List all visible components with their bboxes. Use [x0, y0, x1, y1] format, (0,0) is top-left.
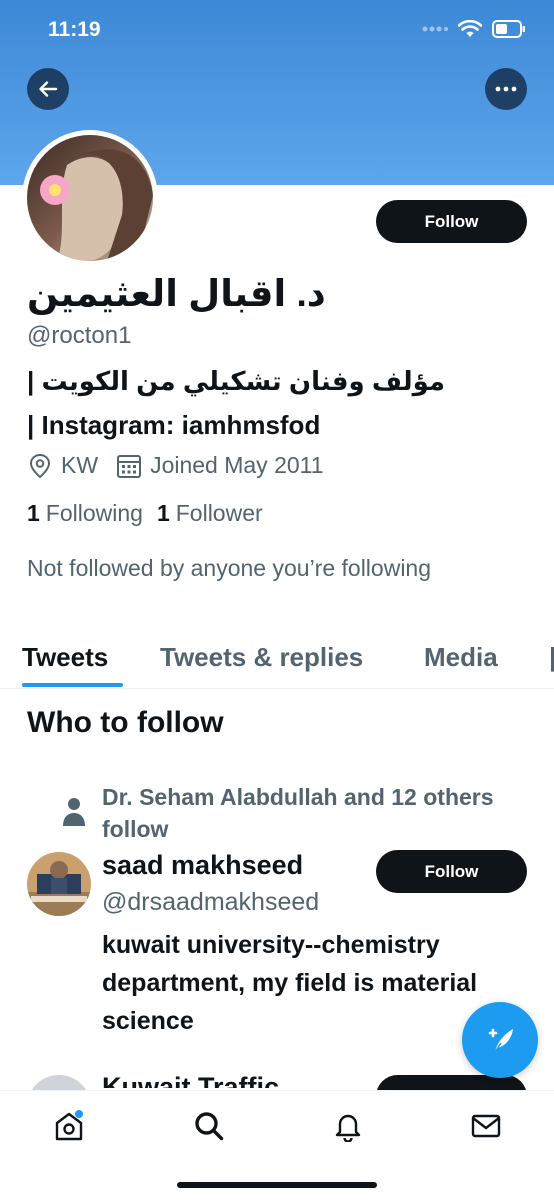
next-suggestion-name[interactable]: Kuwait Traffic: [102, 1072, 279, 1088]
following-link[interactable]: 1 Following: [27, 500, 143, 527]
location-pin-icon: [29, 453, 51, 478]
compose-tweet-button[interactable]: [462, 1002, 538, 1078]
status-icons: [422, 20, 526, 38]
home-indicator: [177, 1182, 377, 1188]
nav-messages[interactable]: [469, 1109, 503, 1143]
search-icon: [195, 1112, 224, 1141]
calendar-icon: [117, 454, 142, 478]
active-tab-indicator: [22, 683, 123, 687]
tab-overflow-partial[interactable]: |: [549, 642, 554, 673]
battery-icon: [492, 20, 525, 38]
who-to-follow-title: Who to follow: [27, 706, 224, 739]
profile-display-name: د. اقبال العثيمين: [27, 273, 326, 314]
compose-feather-icon: [488, 1028, 513, 1053]
suggestion-bio: kuwait university--chemistry department,…: [102, 931, 478, 1035]
followers-link[interactable]: 1 Follower: [157, 500, 263, 527]
profile-meta: KW Joined May 2011: [27, 452, 342, 479]
person-icon: [63, 798, 85, 826]
profile-tabs: Tweets Tweets & replies Media |: [0, 640, 554, 689]
nav-search[interactable]: [192, 1109, 226, 1143]
tab-tweets[interactable]: Tweets: [22, 642, 108, 673]
suggestion-avatar[interactable]: [27, 852, 91, 916]
more-dots-icon: [495, 86, 517, 92]
profile-bio-line-2: | Instagram: iamhmsfod: [27, 410, 321, 440]
followers-count: 1: [156, 500, 170, 526]
joined-text: Joined May 2011: [150, 452, 324, 478]
location: KW: [27, 452, 98, 479]
nav-notifications[interactable]: [331, 1109, 365, 1143]
profile-bio-line-1: مؤلف وفنان تشكيلي من الكويت |: [27, 366, 446, 396]
suggestion-handle: @drsaadmakhseed: [102, 888, 320, 916]
avatar-image: [27, 135, 153, 261]
follow-counts: 1 Following 1 Follower: [27, 500, 277, 527]
profile-avatar[interactable]: [22, 130, 158, 266]
status-time: 11:19: [48, 18, 101, 41]
suggestion-social-context: Dr. Seham Alabdullah and 12 others follo…: [102, 784, 494, 842]
joined-date: Joined May 2011: [116, 452, 324, 479]
messages-icon: [471, 1114, 501, 1138]
following-label: Following: [45, 500, 143, 526]
back-arrow-icon: [39, 81, 58, 97]
suggestion-follow-button[interactable]: Follow: [376, 850, 527, 893]
profile-handle: @rocton1: [27, 322, 132, 349]
nav-home[interactable]: [52, 1109, 86, 1143]
followers-label: Follower: [175, 500, 263, 526]
suggestion-avatar-image: [27, 852, 91, 916]
notifications-icon: [335, 1114, 361, 1142]
tab-media[interactable]: Media: [424, 642, 498, 673]
more-options-button[interactable]: [485, 68, 527, 110]
cellular-signal-icon: [422, 26, 448, 32]
suggestion-name[interactable]: saad makhseed: [102, 850, 303, 881]
tab-tweets-replies[interactable]: Tweets & replies: [160, 642, 363, 673]
follow-button[interactable]: Follow: [376, 200, 527, 243]
wifi-icon: [458, 20, 482, 37]
location-text: KW: [61, 452, 99, 478]
not-followed-notice: Not followed by anyone you’re following: [27, 555, 432, 581]
home-icon: [55, 1110, 83, 1141]
back-button[interactable]: [27, 68, 69, 110]
following-count: 1: [27, 500, 40, 526]
